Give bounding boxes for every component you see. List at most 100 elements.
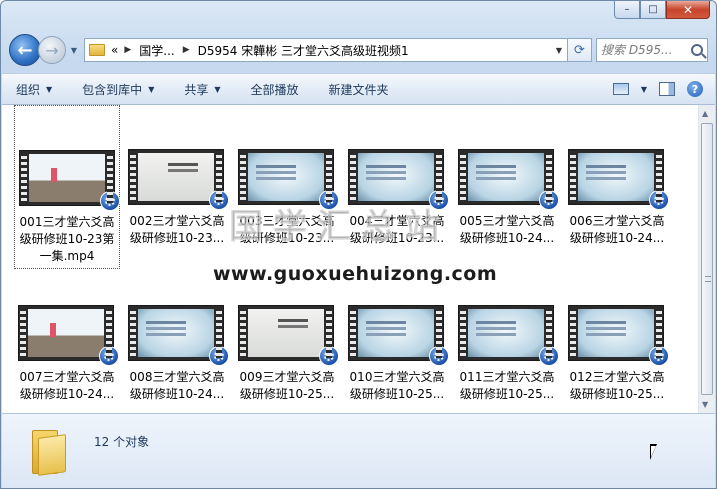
play-all-button[interactable]: 全部播放 bbox=[251, 81, 299, 98]
file-name: 003三才堂六爻高 级研修班10-23... bbox=[239, 214, 335, 245]
search-icon bbox=[691, 44, 703, 56]
organize-menu[interactable]: 组织 ▼ bbox=[16, 81, 52, 98]
media-player-icon bbox=[319, 190, 339, 210]
file-item[interactable]: 005三才堂六爻高 级研修班10-24... bbox=[454, 149, 560, 247]
vertical-scrollbar[interactable]: ▲ ▼ bbox=[698, 105, 715, 413]
file-item[interactable]: 008三才堂六爻高 级研修班10-24... bbox=[124, 305, 230, 403]
new-folder-button[interactable]: 新建文件夹 bbox=[329, 81, 389, 98]
folder-icon bbox=[89, 44, 105, 56]
maximize-button[interactable]: □ bbox=[640, 1, 666, 19]
refresh-button[interactable]: ⟳ bbox=[568, 38, 592, 62]
file-name: 004三才堂六爻高 级研修班10-23... bbox=[349, 214, 445, 245]
breadcrumb-item-current[interactable]: D5954 宋韡彬 三才堂六爻高级班视频12集约15.5... bbox=[198, 42, 408, 59]
video-frame bbox=[28, 309, 104, 357]
file-name: 012三才堂六爻高 级研修班10-25... bbox=[569, 370, 665, 401]
file-item[interactable]: 010三才堂六爻高 级研修班10-25... bbox=[344, 305, 450, 403]
video-thumbnail bbox=[128, 149, 229, 210]
file-item[interactable]: 003三才堂六爻高 级研修班10-23... bbox=[234, 149, 340, 247]
media-player-icon bbox=[649, 346, 669, 366]
item-count: 12 个对象 bbox=[94, 435, 150, 449]
file-item[interactable]: 011三才堂六爻高 级研修班10-25... bbox=[454, 305, 560, 403]
video-frame bbox=[358, 153, 434, 201]
video-frame bbox=[138, 309, 214, 357]
media-player-icon bbox=[429, 190, 449, 210]
chevron-down-icon: ▼ bbox=[148, 84, 155, 94]
include-in-library-menu[interactable]: 包含到库中 ▼ bbox=[82, 81, 154, 98]
video-thumbnail bbox=[19, 150, 120, 211]
file-item[interactable]: 009三才堂六爻高 级研修班10-25... bbox=[234, 305, 340, 403]
file-name: 008三才堂六爻高 级研修班10-24... bbox=[129, 370, 225, 401]
share-menu[interactable]: 共享 ▼ bbox=[184, 81, 220, 98]
address-dropdown-icon[interactable]: ▼ bbox=[551, 46, 567, 55]
mouse-cursor-icon bbox=[650, 444, 657, 460]
recent-pages-dropdown[interactable]: ▼ bbox=[68, 46, 80, 55]
video-frame bbox=[29, 154, 105, 202]
forward-button[interactable]: → bbox=[38, 36, 66, 64]
file-name: 007三才堂六爻高 级研修班10-24... bbox=[19, 370, 115, 401]
video-frame bbox=[578, 309, 654, 357]
scrollbar-grip-icon bbox=[705, 276, 711, 282]
scroll-down-icon[interactable]: ▼ bbox=[702, 400, 708, 409]
scroll-up-icon[interactable]: ▲ bbox=[702, 109, 708, 118]
video-thumbnail bbox=[128, 305, 229, 366]
breadcrumb-item-parent[interactable]: 国学... bbox=[139, 42, 174, 59]
details-pane: 12 个对象 bbox=[2, 413, 715, 488]
video-thumbnail bbox=[348, 305, 449, 366]
media-player-icon bbox=[209, 346, 229, 366]
video-frame bbox=[468, 309, 544, 357]
back-button[interactable]: ← bbox=[9, 34, 41, 66]
video-thumbnail bbox=[18, 305, 119, 366]
preview-pane-icon[interactable] bbox=[659, 82, 675, 96]
address-bar[interactable]: « ▶ 国学... ▶ D5954 宋韡彬 三才堂六爻高级班视频12集约15.5… bbox=[84, 38, 568, 62]
search-input[interactable] bbox=[601, 43, 681, 57]
file-item[interactable]: 001三才堂六爻高 级研修班10-23第 一集.mp4 bbox=[14, 105, 120, 269]
media-player-icon bbox=[209, 190, 229, 210]
video-thumbnail bbox=[458, 149, 559, 210]
video-thumbnail bbox=[568, 149, 669, 210]
folder-icon bbox=[32, 430, 72, 476]
file-list-view: ▲ ▼ 001三才堂六爻高 级研修班10-23第 一集.mp4 002三才堂六爻高 级研… bbox=[2, 105, 715, 413]
command-bar: 组织 ▼ 包含到库中 ▼ 共享 ▼ 全部播放 新建文件夹 ▼ ? bbox=[2, 73, 715, 105]
minimize-button[interactable]: – bbox=[614, 1, 640, 19]
breadcrumb-separator-icon: ▶ bbox=[124, 45, 132, 55]
view-controls: ▼ ? bbox=[612, 81, 715, 97]
breadcrumb-separator-icon: ▶ bbox=[182, 45, 190, 55]
help-icon[interactable]: ? bbox=[687, 81, 703, 97]
file-name: 002三才堂六爻高 级研修班10-23... bbox=[129, 214, 225, 245]
search-box[interactable] bbox=[596, 38, 708, 62]
video-thumbnail bbox=[238, 149, 339, 210]
file-item[interactable]: 012三才堂六爻高 级研修班10-25... bbox=[564, 305, 670, 403]
video-frame bbox=[578, 153, 654, 201]
breadcrumb-overflow[interactable]: « bbox=[111, 43, 118, 57]
file-item[interactable]: 007三才堂六爻高 级研修班10-24... bbox=[14, 305, 120, 403]
video-thumbnail bbox=[568, 305, 669, 366]
caption-buttons: – □ ✕ bbox=[614, 1, 710, 19]
media-player-icon bbox=[319, 346, 339, 366]
media-player-icon bbox=[100, 191, 120, 211]
media-player-icon bbox=[539, 190, 559, 210]
media-player-icon bbox=[99, 346, 119, 366]
file-name: 009三才堂六爻高 级研修班10-25... bbox=[239, 370, 335, 401]
file-item[interactable]: 006三才堂六爻高 级研修班10-24... bbox=[564, 149, 670, 247]
change-view-icon[interactable] bbox=[612, 83, 629, 95]
file-name: 001三才堂六爻高 级研修班10-23第 一集.mp4 bbox=[19, 215, 115, 263]
video-frame bbox=[248, 309, 324, 357]
file-item[interactable]: 002三才堂六爻高 级研修班10-23... bbox=[124, 149, 230, 247]
video-frame bbox=[358, 309, 434, 357]
media-player-icon bbox=[539, 346, 559, 366]
media-player-icon bbox=[429, 346, 449, 366]
scrollbar-thumb[interactable] bbox=[701, 123, 713, 395]
file-name: 005三才堂六爻高 级研修班10-24... bbox=[459, 214, 555, 245]
chevron-down-icon: ▼ bbox=[46, 84, 53, 94]
video-thumbnail bbox=[238, 305, 339, 366]
file-name: 006三才堂六爻高 级研修班10-24... bbox=[569, 214, 665, 245]
chevron-down-icon: ▼ bbox=[214, 84, 221, 94]
view-options-chevron-icon[interactable]: ▼ bbox=[641, 85, 647, 94]
close-button[interactable]: ✕ bbox=[666, 1, 710, 19]
video-frame bbox=[468, 153, 544, 201]
file-item[interactable]: 004三才堂六爻高 级研修班10-23... bbox=[344, 149, 450, 247]
media-player-icon bbox=[649, 190, 669, 210]
file-name: 010三才堂六爻高 级研修班10-25... bbox=[349, 370, 445, 401]
explorer-window: – □ ✕ ← → ▼ « ▶ 国学... ▶ D5954 宋韡彬 三才堂六爻高… bbox=[0, 0, 717, 489]
video-thumbnail bbox=[348, 149, 449, 210]
